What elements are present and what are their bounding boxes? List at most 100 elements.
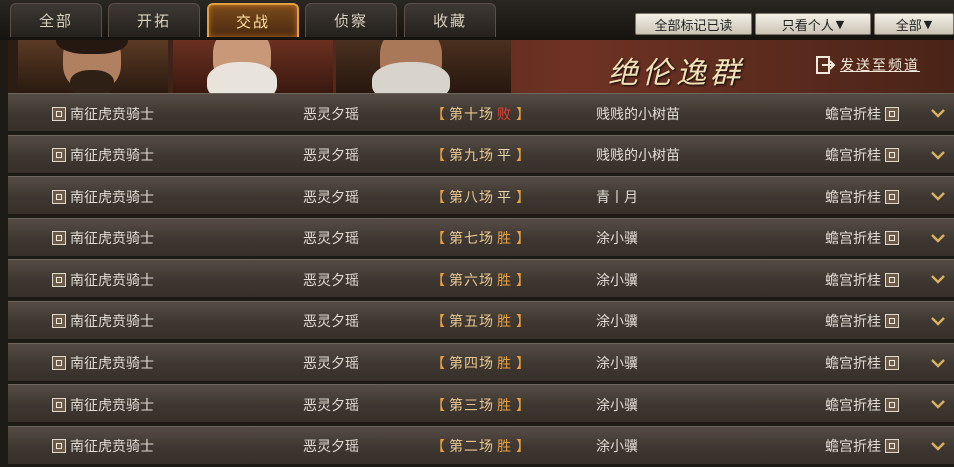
member-name[interactable]: 恶灵夕瑶 [303,427,359,466]
opponent-name[interactable]: 涂小骥 [596,302,638,341]
member-name[interactable]: 恶灵夕瑶 [303,177,359,216]
faction-badge-icon [885,439,899,454]
chevron-down-icon[interactable] [930,439,946,453]
defender-name[interactable]: 蟾宫折桂 [825,353,881,373]
defender-name[interactable]: 蟾宫折桂 [825,187,881,207]
attacker-name[interactable]: 南征虎贲骑士 [70,353,154,373]
attacker-name[interactable]: 南征虎贲骑士 [70,436,154,456]
defender-name[interactable]: 蟾宫折桂 [825,311,881,331]
view-filter-dropdown[interactable]: 只看个人 ▼ [755,13,871,35]
battle-number: 第七场胜 [449,231,512,248]
tab-battle[interactable]: 交战 [207,3,299,37]
member-name[interactable]: 恶灵夕瑶 [303,385,359,424]
faction-badge-icon [52,272,66,287]
battle-report-row[interactable]: 南征虎贲骑士 恶灵夕瑶 【 第六场胜 】 涂小骥 蟾宫折桂 [8,259,954,299]
faction-badge-icon [885,272,899,287]
chevron-down-icon[interactable] [930,189,946,203]
faction-badge-icon [52,439,66,454]
opponent-name[interactable]: 涂小骥 [596,219,638,258]
attacker-name[interactable]: 南征虎贲骑士 [70,311,154,331]
chevron-down-icon[interactable] [930,272,946,286]
bracket-open: 【 [431,356,445,373]
member-name[interactable]: 恶灵夕瑶 [303,260,359,299]
attacker-name[interactable]: 南征虎贲骑士 [70,104,154,124]
type-filter-dropdown[interactable]: 全部 ▼ [874,13,954,35]
battle-number: 第三场胜 [449,397,512,414]
tab-favorites[interactable]: 收藏 [404,3,496,37]
bracket-close: 】 [516,106,530,123]
member-name[interactable]: 恶灵夕瑶 [303,94,359,133]
defender-name[interactable]: 蟾宫折桂 [825,436,881,456]
attacker-name[interactable]: 南征虎贲骑士 [70,395,154,415]
opponent-name[interactable]: 贱贱的小树苗 [596,136,680,175]
bracket-close: 】 [516,148,530,165]
defender-cell: 蟾宫折桂 [825,427,899,466]
chevron-down-icon[interactable] [930,106,946,120]
opponent-name[interactable]: 涂小骥 [596,427,638,466]
battle-report-row[interactable]: 南征虎贲骑士 恶灵夕瑶 【 第四场胜 】 涂小骥 蟾宫折桂 [8,342,954,383]
battle-result: 胜 [497,314,512,331]
tab-scout[interactable]: 侦察 [305,3,397,37]
defender-cell: 蟾宫折桂 [825,219,899,258]
banner-title: 绝伦逸群 [608,56,744,91]
attacker-cell: 南征虎贲骑士 [52,177,154,216]
attacker-cell: 南征虎贲骑士 [52,260,154,299]
battle-report-row[interactable]: 南征虎贲骑士 恶灵夕瑶 【 第八场平 】 青丨月 蟾宫折桂 [8,176,954,216]
battle-report-row[interactable]: 南征虎贲骑士 恶灵夕瑶 【 第五场胜 】 涂小骥 蟾宫折桂 [8,300,954,341]
battle-info: 【 第七场胜 】 [431,219,530,258]
battle-info: 【 第三场胜 】 [431,385,530,424]
chevron-down-icon: ▼ [923,17,933,31]
attacker-cell: 南征虎贲骑士 [52,427,154,466]
defender-name[interactable]: 蟾宫折桂 [825,228,881,248]
attacker-name[interactable]: 南征虎贲骑士 [70,270,154,290]
member-name[interactable]: 恶灵夕瑶 [303,136,359,175]
attacker-name[interactable]: 南征虎贲骑士 [70,228,154,248]
tab-explore[interactable]: 开拓 [108,3,200,37]
battle-result: 败 [497,106,512,123]
defender-cell: 蟾宫折桂 [825,94,899,133]
battle-report-row[interactable]: 南征虎贲骑士 恶灵夕瑶 【 第九场平 】 贱贱的小树苗 蟾宫折桂 [8,134,954,175]
member-name[interactable]: 恶灵夕瑶 [303,219,359,258]
faction-badge-icon [885,397,899,412]
battle-report-row[interactable]: 南征虎贲骑士 恶灵夕瑶 【 第七场胜 】 涂小骥 蟾宫折桂 [8,217,954,258]
faction-badge-icon [52,148,66,163]
top-bar: 全部 开拓 交战 侦察 收藏 全部标记已读 只看个人 ▼ 全部 ▼ [0,0,954,40]
bracket-open: 【 [431,397,445,414]
battle-report-row[interactable]: 南征虎贲骑士 恶灵夕瑶 【 第三场胜 】 涂小骥 蟾宫折桂 [8,384,954,424]
chevron-down-icon[interactable] [930,397,946,411]
faction-badge-icon [885,189,899,204]
attacker-name[interactable]: 南征虎贲骑士 [70,187,154,207]
chevron-down-icon[interactable] [930,356,946,370]
attacker-cell: 南征虎贲骑士 [52,302,154,341]
defender-name[interactable]: 蟾宫折桂 [825,104,881,124]
mark-all-read-button[interactable]: 全部标记已读 [635,13,752,35]
defender-cell: 蟾宫折桂 [825,302,899,341]
faction-badge-icon [52,397,66,412]
defender-name[interactable]: 蟾宫折桂 [825,270,881,290]
opponent-name[interactable]: 青丨月 [596,177,638,216]
opponent-name[interactable]: 贱贱的小树苗 [596,94,680,133]
opponent-name[interactable]: 涂小骥 [596,260,638,299]
attacker-cell: 南征虎贲骑士 [52,219,154,258]
chevron-down-icon[interactable] [930,314,946,328]
bracket-close: 】 [516,439,530,456]
opponent-name[interactable]: 涂小骥 [596,344,638,383]
chevron-down-icon[interactable] [930,148,946,162]
faction-badge-icon [52,356,66,371]
opponent-name[interactable]: 涂小骥 [596,385,638,424]
battle-report-row[interactable]: 南征虎贲骑士 恶灵夕瑶 【 第十场败 】 贱贱的小树苗 蟾宫折桂 [8,93,954,132]
member-name[interactable]: 恶灵夕瑶 [303,302,359,341]
attacker-name[interactable]: 南征虎贲骑士 [70,145,154,165]
battle-result: 胜 [497,356,512,373]
defender-name[interactable]: 蟾宫折桂 [825,395,881,415]
member-name[interactable]: 恶灵夕瑶 [303,344,359,383]
tab-all[interactable]: 全部 [10,3,102,37]
send-to-channel-link[interactable]: 发送至频道 [816,55,920,75]
faction-badge-icon [885,231,899,246]
bracket-close: 】 [516,356,530,373]
defender-name[interactable]: 蟾宫折桂 [825,145,881,165]
battle-report-row[interactable]: 南征虎贲骑士 恶灵夕瑶 【 第二场胜 】 涂小骥 蟾宫折桂 [8,425,954,466]
view-filter-label: 只看个人 [781,18,834,34]
chevron-down-icon[interactable] [930,231,946,245]
battle-result: 胜 [497,397,512,414]
